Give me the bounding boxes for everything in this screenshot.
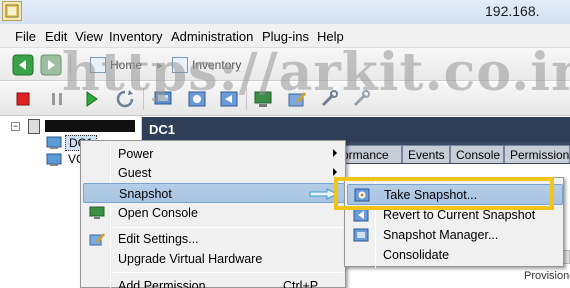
back-icon[interactable] [12, 54, 34, 76]
tab-permissions[interactable]: Permissions [504, 145, 570, 163]
tab-events[interactable]: Events [402, 145, 450, 163]
power-off-icon[interactable] [12, 88, 34, 110]
menu-item-label: Upgrade Virtual Hardware [118, 252, 263, 266]
menu-item-label: Consolidate [383, 248, 450, 262]
host-icon [28, 119, 40, 134]
menu-item-label: Edit Settings... [118, 232, 199, 246]
provisioned-label: Provisione [524, 270, 570, 282]
vsphere-app-icon [2, 1, 22, 21]
menu-item-snapshot-manager[interactable]: Snapshot Manager... [347, 225, 563, 246]
watermark-text: https://arkit.co.in [62, 42, 570, 103]
vm-icon [46, 153, 62, 167]
vm-icon [46, 136, 62, 150]
context-menu: Power Guest Snapshot Open Console Edit S… [80, 140, 346, 288]
forward-icon[interactable] [40, 54, 62, 76]
shortcut-label: Ctrl+P [283, 279, 319, 288]
menu-item-edit-settings[interactable]: Edit Settings... [83, 229, 345, 249]
collapse-icon[interactable]: − [11, 122, 20, 131]
menu-item-label: Snapshot [119, 187, 172, 201]
menu-item-add-permission[interactable]: Add Permission... Ctrl+P [83, 276, 345, 288]
window-title: 192.168. [485, 3, 540, 19]
menu-separator [113, 272, 343, 273]
menu-item-label: Guest [118, 166, 152, 180]
console-icon [89, 205, 105, 221]
snapshot-manager-icon [353, 227, 369, 243]
menu-item-label: Snapshot Manager... [383, 228, 499, 242]
menu-item-consolidate[interactable]: Consolidate [347, 245, 563, 266]
menu-item-open-console[interactable]: Open Console [83, 203, 345, 223]
menu-item-label: Open Console [118, 206, 198, 220]
menu-item-label: Add Permission... [118, 279, 216, 288]
edit-settings-icon [89, 231, 105, 247]
submenu-arrow-icon [333, 149, 337, 157]
title-bar: 192.168. [0, 0, 570, 24]
menu-file[interactable]: File [15, 29, 36, 44]
menu-item-label: Power [118, 147, 154, 161]
tab-console[interactable]: Console [450, 145, 504, 163]
pane-title: DC1 [149, 122, 176, 137]
menu-item-snapshot[interactable]: Snapshot [83, 183, 345, 203]
pane-header [142, 117, 570, 142]
menu-item-power[interactable]: Power [83, 144, 345, 164]
menu-separator [113, 227, 343, 228]
redacted-host-name [45, 120, 135, 132]
menu-item-upgrade-hardware[interactable]: Upgrade Virtual Hardware [83, 249, 345, 269]
menu-item-guest[interactable]: Guest [83, 163, 345, 183]
menu-item-label: Revert to Current Snapshot [383, 208, 536, 222]
highlight-annotation [334, 177, 554, 210]
submenu-arrow-icon [333, 168, 337, 176]
